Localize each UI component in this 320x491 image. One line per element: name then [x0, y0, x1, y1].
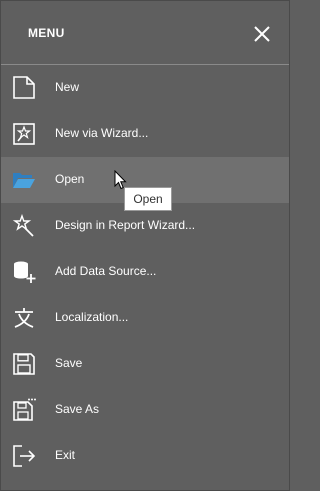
- localization-icon: [12, 306, 36, 330]
- menu-title: MENU: [28, 26, 65, 40]
- document-wizard-icon: [12, 122, 36, 146]
- menu-item-save[interactable]: Save: [1, 341, 289, 387]
- menu-item-label: Design in Report Wizard...: [55, 218, 196, 232]
- menu-item-label: Add Data Source...: [55, 264, 157, 278]
- database-add-icon: [12, 260, 36, 284]
- menu-item-new[interactable]: New: [1, 65, 289, 111]
- menu-item-new-via-wizard[interactable]: New via Wizard...: [1, 111, 289, 157]
- menu-item-add-data-source[interactable]: Add Data Source...: [1, 249, 289, 295]
- magic-wand-icon: [12, 213, 36, 238]
- menu-header: MENU: [1, 1, 289, 65]
- menu-item-localization[interactable]: Localization...: [1, 295, 289, 341]
- menu-item-label: New via Wizard...: [55, 126, 149, 140]
- close-icon[interactable]: [251, 23, 273, 45]
- new-document-icon: [12, 76, 36, 100]
- save-as-icon: [12, 398, 36, 422]
- main-menu-panel: MENU New New via Wizard... Open Design i…: [0, 0, 290, 491]
- mouse-cursor-icon: [114, 169, 128, 190]
- menu-item-label: Save As: [55, 402, 100, 416]
- save-icon: [12, 352, 36, 376]
- menu-item-label: New: [55, 80, 80, 94]
- open-tooltip: Open: [124, 187, 172, 211]
- menu-item-label: Localization...: [55, 310, 129, 324]
- exit-icon: [12, 444, 36, 468]
- menu-item-label: Open: [55, 172, 85, 186]
- menu-item-save-as[interactable]: Save As: [1, 387, 289, 433]
- menu-item-label: Save: [55, 356, 83, 370]
- menu-item-label: Exit: [55, 448, 76, 462]
- folder-open-icon: [12, 168, 36, 192]
- menu-item-exit[interactable]: Exit: [1, 433, 289, 479]
